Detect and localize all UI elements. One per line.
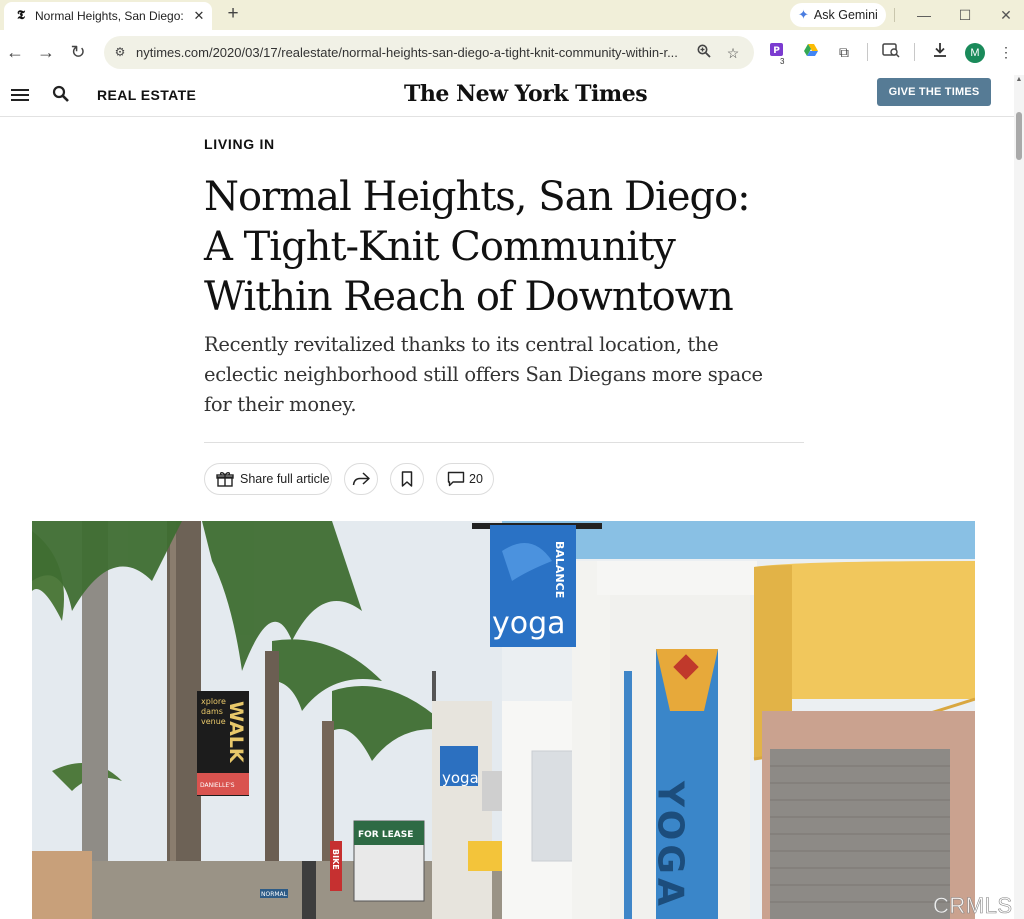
bookmark-icon [401,471,413,487]
tabstrip-divider [894,8,895,22]
walk-sign-small-text-3: venue [201,717,226,726]
share-button[interactable] [344,463,378,495]
extension-badge-icon[interactable]: P 3 [768,42,788,66]
share-full-article-button[interactable]: Share full article [204,463,332,495]
gift-icon [216,472,234,487]
close-tab-icon[interactable]: ✕ [191,8,207,24]
page-scrollbar[interactable]: ▲ [1014,75,1024,919]
site-info-icon[interactable]: ⚙ [112,44,128,60]
save-bookmark-button[interactable] [390,463,424,495]
close-window-icon[interactable]: ✕ [995,4,1017,26]
reload-icon[interactable]: ↻ [66,40,90,64]
ask-gemini-button[interactable]: ✦ Ask Gemini [790,3,886,27]
article-headline: Normal Heights, San Diego: A Tight-Knit … [204,174,751,320]
tab-title: Normal Heights, San Diego: A Tight-Knit … [35,9,185,23]
share-arrow-icon [352,472,370,486]
toolbar-divider-2 [914,43,915,61]
hamburger-menu-icon[interactable] [11,86,29,104]
drive-icon[interactable] [801,42,821,62]
comment-bubble-icon [447,471,465,487]
minimize-icon[interactable]: — [913,4,935,26]
nyt-logo[interactable]: The New York Times [404,81,648,107]
url-text[interactable]: nytimes.com/2020/03/17/realestate/normal… [136,45,688,60]
ask-gemini-label: Ask Gemini [813,8,878,22]
site-header: REAL ESTATE The New York Times GIVE THE … [0,75,1014,117]
comment-count: 20 [469,472,483,486]
extension-badge-count: 3 [780,57,785,66]
new-tab-button[interactable]: + [222,4,244,26]
search-icon[interactable] [52,85,72,105]
back-icon[interactable]: ← [3,40,27,64]
profile-avatar[interactable]: M [965,43,985,63]
photo-watermark: CRMLS [933,893,1013,919]
comments-button[interactable]: 20 [436,463,494,495]
menu-kebab-icon[interactable]: ⋮ [996,42,1016,62]
bookmark-star-icon[interactable]: ☆ [723,43,743,63]
give-the-times-button[interactable]: GIVE THE TIMES [877,78,991,106]
for-lease-text: FOR LEASE [358,830,413,840]
bike-sign-text: BIKE [331,849,340,870]
article-summary: Recently revitalized thanks to its centr… [204,333,763,416]
browser-tab[interactable]: 𝕿 Normal Heights, San Diego: A Tight-Kni… [4,2,212,30]
zoom-icon[interactable] [694,43,714,63]
extensions-puzzle-icon[interactable]: ⧉ [834,42,854,62]
toolbar-divider [867,43,868,61]
walk-sign-text: WALK [225,701,247,764]
scroll-thumb[interactable] [1016,112,1022,160]
article-kicker[interactable]: LIVING IN [204,136,275,152]
small-banner-text: yoga [442,769,479,787]
gemini-sparkle-icon: ✦ [798,7,809,22]
download-icon[interactable] [930,42,950,62]
balance-banner-text: BALANCE [553,541,566,598]
pillar-yoga-text: YOGA [650,780,691,910]
browser-tab-strip: 𝕿 Normal Heights, San Diego: A Tight-Kni… [0,0,1024,30]
reading-list-icon[interactable] [881,42,901,62]
yoga-banner-text: yoga [492,606,566,641]
address-bar[interactable]: ⚙ nytimes.com/2020/03/17/realestate/norm… [104,36,754,69]
lead-photo: xplore dams venue WALK DANIELLE'S NORMAL… [32,521,975,919]
forward-icon[interactable]: → [34,40,58,64]
street-sign-text: NORMAL [261,891,288,898]
scroll-up-arrow-icon[interactable]: ▲ [1015,75,1023,85]
maximize-icon[interactable]: ☐ [954,4,976,26]
divider-rule [204,442,804,443]
walk-sign-bottom-text: DANIELLE'S [200,782,235,789]
walk-sign-small-text: xplore [201,697,226,706]
section-name-link[interactable]: REAL ESTATE [97,87,196,103]
browser-toolbar: ← → ↻ ⚙ nytimes.com/2020/03/17/realestat… [0,30,1024,76]
share-label: Share full article [240,472,330,486]
walk-sign-small-text-2: dams [201,707,223,716]
nyt-favicon-icon: 𝕿 [17,8,25,23]
